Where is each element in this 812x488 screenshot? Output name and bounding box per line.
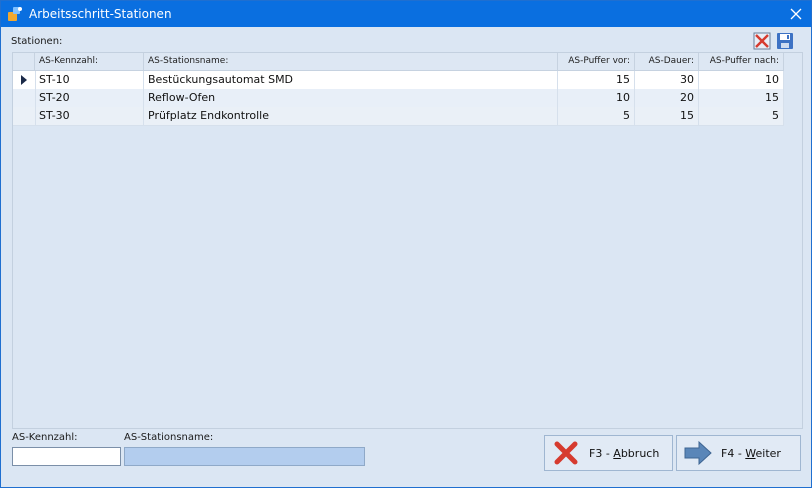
cancel-prefix: F3 - <box>589 446 614 460</box>
table-row[interactable]: ST-30 Prüfplatz Endkontrolle 5 15 5 <box>13 107 784 126</box>
row-indicator <box>13 89 36 107</box>
stationsname-label: AS-Stationsname: <box>124 432 214 443</box>
cell-stationsname[interactable]: Prüfplatz Endkontrolle <box>144 107 558 125</box>
cancel-rest: bbruch <box>620 446 660 460</box>
cancel-button[interactable]: F3 - Abbruch <box>544 435 673 471</box>
cell-kennzahl[interactable]: ST-20 <box>35 89 144 107</box>
cell-kennzahl[interactable]: ST-10 <box>35 71 144 89</box>
cell-dauer[interactable]: 20 <box>635 89 699 107</box>
header-dauer[interactable]: AS-Dauer: <box>635 53 699 70</box>
cancel-button-label: F3 - Abbruch <box>589 447 659 460</box>
close-icon <box>790 8 802 20</box>
table-row[interactable]: ST-20 Reflow-Ofen 10 20 15 <box>13 89 784 108</box>
row-indicator <box>13 107 36 125</box>
header-stationsname[interactable]: AS-Stationsname: <box>144 53 558 70</box>
next-button-label: F4 - Weiter <box>721 447 781 460</box>
stationsname-input[interactable] <box>124 447 365 466</box>
header-indicator <box>13 53 35 70</box>
kennzahl-label: AS-Kennzahl: <box>12 432 78 443</box>
cell-puffer-vor[interactable]: 15 <box>558 71 635 89</box>
cell-puffer-vor[interactable]: 10 <box>558 89 635 107</box>
arrow-right-icon <box>684 440 712 466</box>
cancel-x-icon <box>554 441 578 465</box>
header-kennzahl[interactable]: AS-Kennzahl: <box>35 53 144 70</box>
current-row-arrow-icon <box>21 75 27 85</box>
next-button[interactable]: F4 - Weiter <box>676 435 801 471</box>
next-hotkey: W <box>745 446 756 460</box>
stations-label: Stationen: <box>11 36 63 47</box>
cell-puffer-nach[interactable]: 15 <box>699 89 784 107</box>
title-bar[interactable]: Arbeitsschritt-Stationen <box>1 1 811 27</box>
header-puffer-nach[interactable]: AS-Puffer nach: <box>699 53 784 70</box>
next-prefix: F4 - <box>721 446 746 460</box>
cell-puffer-nach[interactable]: 10 <box>699 71 784 89</box>
kennzahl-input[interactable] <box>12 447 121 466</box>
cell-stationsname[interactable]: Bestückungsautomat SMD <box>144 71 558 89</box>
cancel-hotkey: A <box>613 446 621 460</box>
cell-puffer-nach[interactable]: 5 <box>699 107 784 125</box>
next-rest: eiter <box>755 446 781 460</box>
cell-kennzahl[interactable]: ST-30 <box>35 107 144 125</box>
cell-dauer[interactable]: 30 <box>635 71 699 89</box>
row-indicator <box>13 71 36 89</box>
app-icon <box>8 7 22 21</box>
cell-stationsname[interactable]: Reflow-Ofen <box>144 89 558 107</box>
close-button[interactable] <box>781 1 811 27</box>
cell-puffer-vor[interactable]: 5 <box>558 107 635 125</box>
table-row[interactable]: ST-10 Bestückungsautomat SMD 15 30 10 <box>13 71 784 90</box>
cell-dauer[interactable]: 15 <box>635 107 699 125</box>
header-puffer-vor[interactable]: AS-Puffer vor: <box>558 53 635 70</box>
save-icon[interactable] <box>776 32 794 50</box>
delete-icon[interactable] <box>753 32 771 50</box>
dialog-window: Arbeitsschritt-Stationen Stationen: AS-K… <box>0 0 812 488</box>
window-title: Arbeitsschritt-Stationen <box>29 7 172 21</box>
grid-header: AS-Kennzahl: AS-Stationsname: AS-Puffer … <box>13 53 784 71</box>
stations-grid[interactable]: AS-Kennzahl: AS-Stationsname: AS-Puffer … <box>12 52 803 429</box>
